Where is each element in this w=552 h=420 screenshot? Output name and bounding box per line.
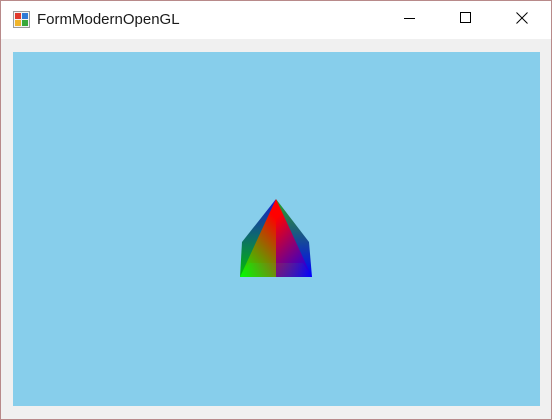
pyramid-object <box>240 199 312 277</box>
maximize-button[interactable] <box>443 1 489 39</box>
opengl-canvas[interactable] <box>13 52 540 406</box>
app-window: FormModernOpenGL <box>0 0 552 420</box>
title-bar[interactable]: FormModernOpenGL <box>1 1 551 39</box>
maximize-icon <box>460 11 472 29</box>
app-icon[interactable] <box>13 11 30 28</box>
minimize-icon <box>404 11 416 29</box>
minimize-button[interactable] <box>387 1 433 39</box>
form-client-area <box>1 39 551 419</box>
close-button[interactable] <box>499 1 545 39</box>
window-title: FormModernOpenGL <box>37 11 180 28</box>
close-icon <box>516 11 528 29</box>
